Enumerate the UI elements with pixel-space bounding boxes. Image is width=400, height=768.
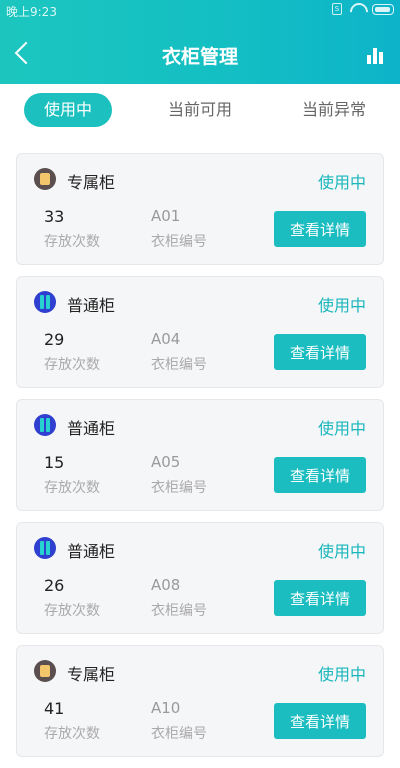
normal-cabinet-icon [34, 414, 56, 436]
cabinet-type: 普通柜 [67, 542, 116, 561]
store-count-value: 33 [44, 207, 65, 226]
exclusive-cabinet-icon [34, 660, 56, 682]
status-bar: 晚上9:23 S [0, 0, 400, 22]
cabinet-code-value: A04 [151, 330, 181, 348]
cabinet-code-label: 衣柜编号 [151, 234, 207, 250]
cabinet-type: 普通柜 [67, 296, 116, 315]
cabinet-type: 专属柜 [67, 665, 116, 684]
view-details-button[interactable]: 查看详情 [274, 334, 366, 370]
cabinet-code-value: A10 [151, 699, 181, 717]
store-count-label: 存放次数 [44, 603, 100, 619]
store-count-value: 26 [44, 576, 65, 595]
normal-cabinet-icon [34, 537, 56, 559]
cabinet-code-value: A08 [151, 576, 181, 594]
cabinet-list: 专属柜 使用中 33 存放次数 A01 衣柜编号 查看详情 普通柜 使用中 29… [16, 153, 384, 768]
store-count-label: 存放次数 [44, 480, 100, 496]
store-count-value: 15 [44, 453, 65, 472]
cabinet-type: 专属柜 [67, 173, 116, 192]
cabinet-card: 普通柜 使用中 26 存放次数 A08 衣柜编号 查看详情 [16, 522, 384, 634]
bar-chart-icon[interactable] [366, 44, 386, 64]
store-count-value: 29 [44, 330, 65, 349]
tab-in-use[interactable]: 使用中 [24, 93, 112, 127]
cabinet-type: 普通柜 [67, 419, 116, 438]
cabinet-card: 普通柜 使用中 29 存放次数 A04 衣柜编号 查看详情 [16, 276, 384, 388]
status-icons: S [332, 3, 394, 15]
cabinet-card: 普通柜 使用中 15 存放次数 A05 衣柜编号 查看详情 [16, 399, 384, 511]
tab-abnormal[interactable]: 当前异常 [290, 93, 378, 127]
tab-bar: 使用中 当前可用 当前异常 [0, 84, 400, 134]
view-details-button[interactable]: 查看详情 [274, 580, 366, 616]
cabinet-code-value: A01 [151, 207, 181, 225]
store-count-value: 41 [44, 699, 65, 718]
store-count-label: 存放次数 [44, 357, 100, 373]
cabinet-code-label: 衣柜编号 [151, 480, 207, 496]
view-details-button[interactable]: 查看详情 [274, 703, 366, 739]
cabinet-code-label: 衣柜编号 [151, 726, 207, 742]
normal-cabinet-icon [34, 291, 56, 313]
cabinet-code-label: 衣柜编号 [151, 357, 207, 373]
cabinet-code-value: A05 [151, 453, 181, 471]
status-time: 晚上9:23 [6, 5, 57, 19]
exclusive-cabinet-icon [34, 168, 56, 190]
view-details-button[interactable]: 查看详情 [274, 211, 366, 247]
cabinet-status: 使用中 [317, 542, 366, 561]
cabinet-code-label: 衣柜编号 [151, 603, 207, 619]
cabinet-card: 专属柜 使用中 41 存放次数 A10 衣柜编号 查看详情 [16, 645, 384, 757]
store-count-label: 存放次数 [44, 726, 100, 742]
tab-available[interactable]: 当前可用 [156, 93, 244, 127]
cabinet-status: 使用中 [317, 419, 366, 438]
cabinet-status: 使用中 [317, 173, 366, 192]
battery-icon [372, 3, 394, 15]
sim-icon: S [332, 3, 342, 15]
wifi-icon [350, 3, 364, 15]
page-title: 衣柜管理 [161, 46, 238, 68]
cabinet-status: 使用中 [317, 665, 366, 684]
view-details-button[interactable]: 查看详情 [274, 457, 366, 493]
cabinet-status: 使用中 [317, 296, 366, 315]
store-count-label: 存放次数 [44, 234, 100, 250]
top-header: 晚上9:23 S 衣柜管理 [0, 0, 400, 84]
cabinet-card: 专属柜 使用中 33 存放次数 A01 衣柜编号 查看详情 [16, 153, 384, 265]
